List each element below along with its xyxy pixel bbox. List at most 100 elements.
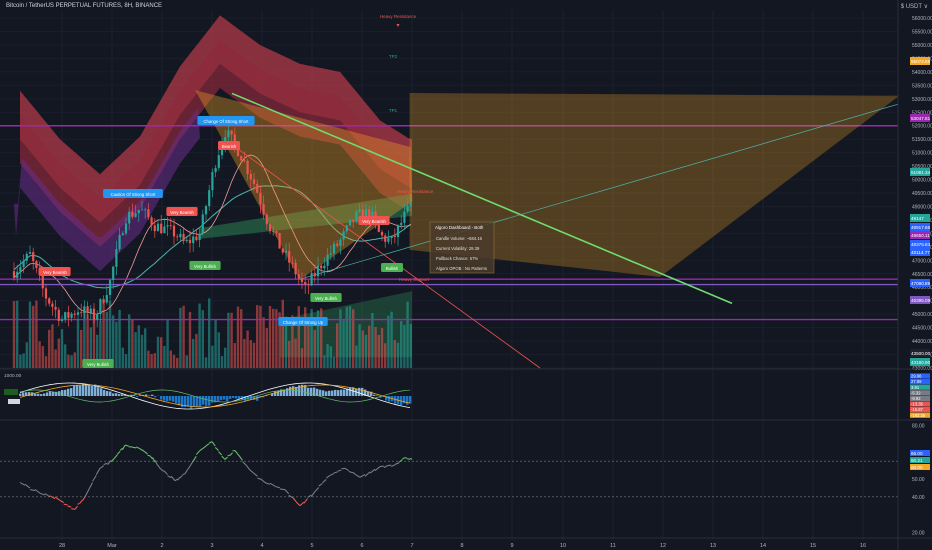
candle-body [348,219,352,226]
oscillator1-value-text: 3.91 [911,385,920,390]
candle-body [57,309,60,321]
price-tick-label: 44000.00 [912,339,932,345]
currency-selector[interactable]: $ USDT ∨ [901,3,928,10]
candle-body [96,314,99,320]
candle-body [243,160,246,162]
volume-bar [406,301,409,368]
time-tick-label: 2 [160,543,163,549]
candle-body [118,235,121,250]
oscillator1-histogram-bar [175,396,178,404]
volume-bar [300,348,304,368]
signal-label-text: Very Bullish [315,296,338,301]
time-tick-label: 28 [59,543,65,549]
oscillator1-histogram-bar [232,396,235,399]
candle-body [332,243,336,254]
price-badge-text: 43500.00 [911,351,931,356]
price-tick-label: 49000.00 [912,204,932,210]
oscillator1-histogram-bar [208,396,211,406]
volume-bar [326,344,329,368]
trading-chart[interactable]: Heavy Resistance TP2 TP1 Change Of Strong S… [0,0,932,550]
time-tick-label: 3 [210,543,213,549]
candle-body [291,262,294,264]
price-tick-label: 51500.00 [912,137,932,143]
symbol-title: Bitcoin / TetherUS PERPETUAL FUTURES, 8H… [6,3,163,9]
volume-bar [172,354,176,368]
volume-bar [60,329,64,368]
candle-body [249,173,252,180]
candle-body [48,298,51,304]
candle-body [19,266,22,272]
oscillator1-histogram-bar [103,390,106,396]
volume-bar [19,354,22,368]
oscillator1-histogram-bar [307,387,310,396]
oscillator1-histogram-bar [40,394,43,396]
volume-bar [67,354,70,368]
volume-bar [28,301,32,368]
candle-body [54,306,57,310]
signal-label-text: Change Of Strong Up [283,320,324,325]
volume-bar [70,355,73,368]
volume-bar [364,334,368,368]
candle-body [275,231,278,233]
price-badge-text: 48114.77 [911,250,930,255]
volume-bar [48,329,51,368]
oscillator1-histogram-bar [136,396,139,397]
volume-bar [208,298,211,368]
candle-body [252,179,256,184]
oscillator1-histogram-bar [166,396,169,402]
oscillator2-line-segment [63,503,68,506]
candle-body [64,312,67,320]
signal-label-text: Bearish [222,144,237,149]
oscillator1-histogram-bar [325,391,328,396]
oscillator1-histogram-bar [76,385,79,396]
candle-body [256,183,259,193]
price-tick-label: 55000.00 [912,43,932,49]
volume-bar [323,355,326,368]
volume-bar [64,344,67,368]
candle-body [342,231,345,240]
volume-bar [80,329,83,368]
candle-body [188,239,192,244]
oscillator1-histogram-bar [235,396,238,399]
volume-bar [246,330,249,368]
oscillator1-histogram-bar [43,393,46,396]
oscillator1-histogram-bar [343,389,346,396]
oscillator2-line-segment [71,508,76,510]
candle-body [227,130,230,138]
volume-bar [51,324,54,368]
oscillator1-histogram-bar [211,396,214,403]
volume-bar [275,309,278,368]
volume-bar [368,325,371,368]
oscillator1-histogram-bar [217,396,220,402]
volume-bar [297,306,300,368]
volume-bar [179,307,182,368]
oscillator1-value-text: -5.32 [911,390,921,395]
oscillator1-histogram-bar [292,386,295,396]
volume-bar [345,306,348,368]
candle-body [297,274,300,279]
candle-body [179,234,182,238]
signal-label-text: Very Bearish [170,210,194,215]
candle-body [195,236,198,241]
volume-bar [313,329,316,368]
oscillator1-histogram-bar [121,394,124,396]
volume-bar [348,306,352,368]
oscillator1-histogram-bar [49,391,52,396]
candle-body [35,261,38,269]
annotation-text: Heavy Resistance [397,189,434,194]
time-tick-label: 12 [660,543,666,549]
down-arrow-icon: ▾ [396,23,399,29]
volume-bar [160,337,163,368]
candle-body [316,265,320,277]
volume-bar [57,338,60,368]
oscillator2-line-segment [147,454,151,457]
candle-body [400,222,403,226]
oscillator1-histogram-bar [361,387,364,396]
candle-body [390,235,393,239]
candle-body [272,231,275,232]
time-tick-label: 6 [360,543,363,549]
oscillator1-histogram-bar [88,384,91,396]
price-badge-text: 51081.34 [911,170,931,175]
price-tick-label: 53000.00 [912,97,932,103]
candle-body [310,272,313,286]
